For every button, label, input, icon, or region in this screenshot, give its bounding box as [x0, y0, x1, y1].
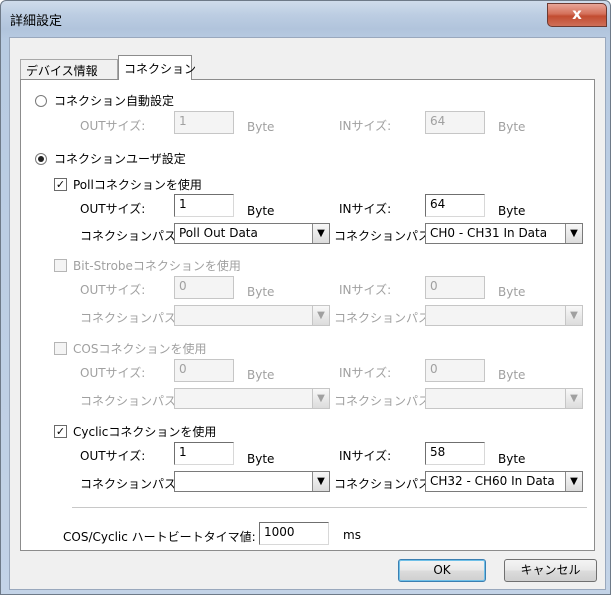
poll-out-path-select[interactable]: Poll Out Data ▼: [174, 223, 330, 244]
cyclic-label: Cyclicコネクションを使用: [73, 425, 217, 439]
bitstrobe-out-size-field[interactable]: 0: [174, 276, 234, 299]
ok-button[interactable]: OK: [398, 559, 486, 582]
bitstrobe-out-size-label: OUTサイズ:: [80, 283, 146, 297]
title-bar[interactable]: 詳細設定 x: [1, 1, 611, 37]
cos-out-path-select[interactable]: ▼: [174, 388, 330, 409]
bitstrobe-in-unit: Byte: [498, 285, 526, 299]
bitstrobe-out-unit: Byte: [247, 285, 275, 299]
bitstrobe-in-size-field[interactable]: 0: [425, 276, 485, 299]
bitstrobe-out-path-select[interactable]: ▼: [174, 305, 330, 326]
chevron-down-icon[interactable]: ▼: [565, 472, 582, 491]
user-connection-radio[interactable]: [35, 153, 47, 165]
cancel-button[interactable]: キャンセル: [504, 559, 597, 582]
bitstrobe-label: Bit-Strobeコネクションを使用: [73, 259, 241, 273]
cos-out-size-field[interactable]: 0: [174, 359, 234, 382]
dialog-body: デバイス情報 コネクション コネクション自動設定 OUTサイズ: 1 Byte …: [9, 37, 606, 590]
poll-out-unit: Byte: [247, 204, 275, 218]
cyclic-checkbox[interactable]: ✓: [54, 425, 67, 438]
chevron-down-icon[interactable]: ▼: [312, 389, 329, 408]
bitstrobe-in-path-select[interactable]: ▼: [425, 305, 583, 326]
cos-checkbox[interactable]: [54, 342, 67, 355]
chevron-down-icon[interactable]: ▼: [565, 224, 582, 243]
auto-in-unit: Byte: [498, 120, 526, 134]
cyclic-in-path-value: CH32 - CH60 In Data: [430, 474, 555, 488]
poll-in-path-value: CH0 - CH31 In Data: [430, 226, 548, 240]
auto-connection-label: コネクション自動設定: [54, 94, 175, 108]
chevron-down-icon[interactable]: ▼: [565, 389, 582, 408]
poll-out-path-label: コネクションパス:: [80, 229, 181, 243]
cyclic-in-path-label: コネクションパス:: [334, 477, 435, 491]
chevron-down-icon[interactable]: ▼: [565, 306, 582, 325]
cos-in-path-select[interactable]: ▼: [425, 388, 583, 409]
bitstrobe-checkbox[interactable]: [54, 259, 67, 272]
auto-in-size-field[interactable]: 64: [425, 111, 485, 134]
connection-panel: コネクション自動設定 OUTサイズ: 1 Byte INサイズ: 64 Byte…: [20, 79, 595, 551]
cyclic-out-unit: Byte: [247, 452, 275, 466]
cyclic-out-size-label: OUTサイズ:: [80, 449, 146, 463]
bitstrobe-in-path-label: コネクションパス:: [334, 311, 435, 325]
cyclic-out-size-field[interactable]: 1: [174, 442, 234, 465]
auto-in-size-label: INサイズ:: [339, 119, 392, 133]
tab-connection[interactable]: コネクション: [118, 55, 196, 80]
poll-in-path-select[interactable]: CH0 - CH31 In Data ▼: [425, 223, 583, 244]
cyclic-in-size-label: INサイズ:: [339, 449, 392, 463]
cos-out-size-label: OUTサイズ:: [80, 366, 146, 380]
auto-out-size-field[interactable]: 1: [174, 111, 234, 134]
poll-in-size-label: INサイズ:: [339, 202, 392, 216]
heartbeat-field[interactable]: 1000: [259, 522, 329, 545]
poll-label: Pollコネクションを使用: [73, 178, 202, 192]
bitstrobe-out-path-label: コネクションパス:: [80, 311, 181, 325]
bitstrobe-in-size-label: INサイズ:: [339, 283, 392, 297]
cos-in-unit: Byte: [498, 368, 526, 382]
poll-out-size-label: OUTサイズ:: [80, 202, 146, 216]
cos-out-path-label: コネクションパス:: [80, 394, 181, 408]
separator: [72, 507, 587, 508]
heartbeat-unit: ms: [343, 528, 361, 542]
cos-out-unit: Byte: [247, 368, 275, 382]
cyclic-out-path-label: コネクションパス:: [80, 477, 181, 491]
poll-in-unit: Byte: [498, 204, 526, 218]
chevron-down-icon[interactable]: ▼: [312, 472, 329, 491]
cyclic-in-path-select[interactable]: CH32 - CH60 In Data ▼: [425, 471, 583, 492]
auto-out-size-label: OUTサイズ:: [80, 119, 146, 133]
window-title: 詳細設定: [10, 14, 63, 29]
poll-in-path-label: コネクションパス:: [334, 229, 435, 243]
poll-out-path-value: Poll Out Data: [179, 226, 258, 240]
cyclic-in-size-field[interactable]: 58: [425, 442, 485, 465]
poll-in-size-field[interactable]: 64: [425, 194, 485, 217]
close-button[interactable]: x: [547, 3, 607, 27]
auto-connection-radio[interactable]: [35, 95, 47, 107]
cyclic-in-unit: Byte: [498, 452, 526, 466]
chevron-down-icon[interactable]: ▼: [312, 224, 329, 243]
poll-checkbox[interactable]: ✓: [54, 178, 67, 191]
cos-in-path-label: コネクションパス:: [334, 394, 435, 408]
cos-in-size-field[interactable]: 0: [425, 359, 485, 382]
chevron-down-icon[interactable]: ▼: [312, 306, 329, 325]
cos-label: COSコネクションを使用: [73, 342, 207, 356]
heartbeat-label: COS/Cyclic ハートビートタイマ値:: [63, 530, 256, 544]
tab-device-info[interactable]: デバイス情報: [20, 59, 118, 79]
cyclic-out-path-select[interactable]: ▼: [174, 471, 330, 492]
dialog-window: 詳細設定 x デバイス情報 コネクション コネクション自動設定 OUTサイズ: …: [0, 0, 611, 595]
poll-out-size-field[interactable]: 1: [174, 194, 234, 217]
cos-in-size-label: INサイズ:: [339, 366, 392, 380]
auto-out-unit: Byte: [247, 120, 275, 134]
user-connection-label: コネクションユーザ設定: [54, 152, 186, 166]
